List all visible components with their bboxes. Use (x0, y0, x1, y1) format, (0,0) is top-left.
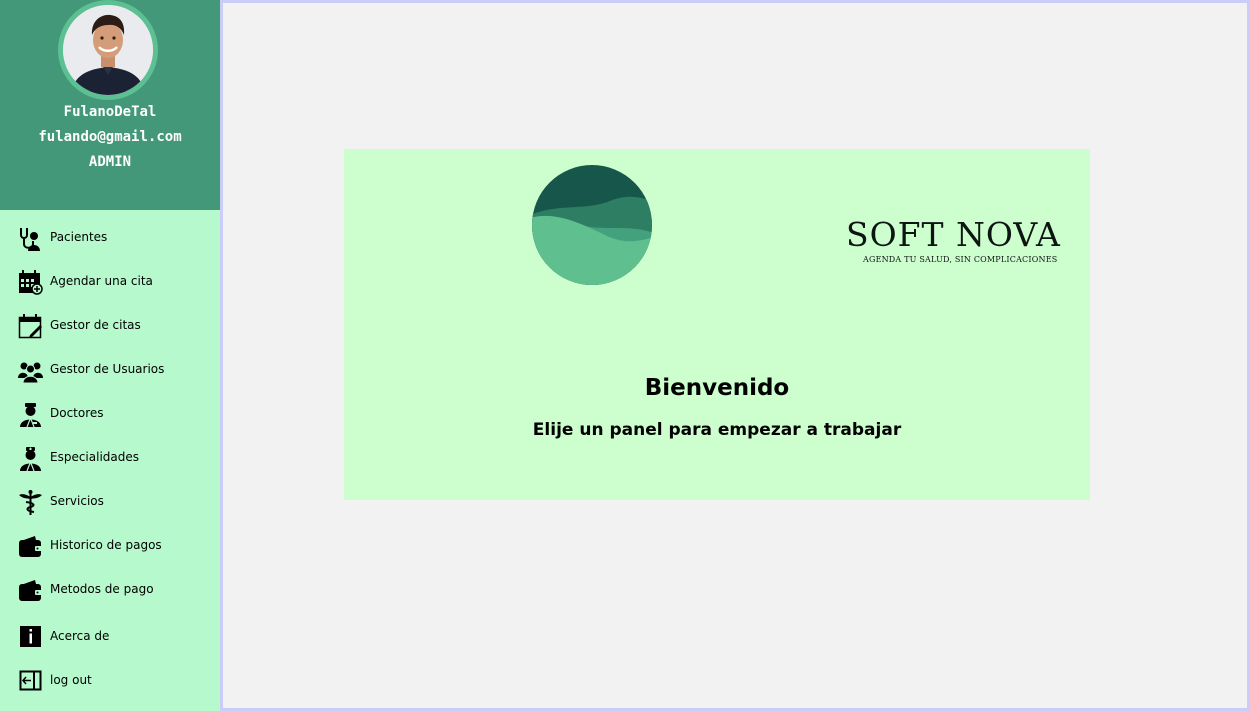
nav-label: Gestor de Usuarios (50, 362, 165, 376)
users-icon (18, 358, 43, 384)
welcome-title: Bienvenido (644, 375, 790, 401)
calendar-add-icon (18, 270, 43, 295)
nav-label: Doctores (50, 406, 104, 420)
nav-label: Pacientes (50, 230, 108, 244)
user-email: fulando@gmail.com (38, 129, 182, 145)
doctor-icon (18, 402, 43, 428)
nav-item-pacientes[interactable]: Pacientes (18, 223, 218, 253)
nav-item-logout[interactable]: log out (18, 666, 218, 696)
nav-label: log out (50, 673, 92, 687)
nav-item-especialidades[interactable]: Especialidades (18, 443, 218, 473)
caduceus-icon (18, 490, 43, 515)
nav-item-acerca-de[interactable]: Acerca de (18, 622, 218, 652)
nav-label: Servicios (50, 494, 104, 508)
user-role: ADMIN (88, 154, 132, 170)
nav-label: Metodos de pago (50, 582, 154, 596)
nav-label: Gestor de citas (50, 318, 141, 332)
welcome-subtitle: Elije un panel para empezar a trabajar (532, 420, 902, 440)
calendar-edit-icon (18, 314, 43, 339)
avatar (63, 5, 153, 95)
nav-item-servicios[interactable]: Servicios (18, 487, 218, 517)
avatar-ring (58, 0, 158, 100)
nav-item-gestor-citas[interactable]: Gestor de citas (18, 311, 218, 341)
brand-tagline: AGENDA TU SALUD, SIN COMPLICACIONES (863, 255, 1058, 264)
nav-label: Historico de pagos (50, 538, 162, 552)
wallet-icon (18, 578, 43, 603)
welcome-card: SOFT NOVA AGENDA TU SALUD, SIN COMPLICAC… (344, 149, 1090, 500)
profile-panel: FulanoDeTal fulando@gmail.com ADMIN (0, 0, 220, 210)
wallet-icon (18, 534, 43, 559)
stethoscope-icon (18, 226, 43, 251)
nav-item-historico-pagos[interactable]: Historico de pagos (18, 531, 218, 561)
nav-label: Acerca de (50, 629, 110, 643)
info-icon (18, 625, 43, 650)
nav-label: Agendar una cita (50, 274, 153, 288)
logout-icon (18, 669, 43, 694)
nav-item-agendar-cita[interactable]: Agendar una cita (18, 267, 218, 297)
softnova-logo: SOFT NOVA AGENDA TU SALUD, SIN COMPLICAC… (530, 163, 1060, 287)
nav-item-doctores[interactable]: Doctores (18, 399, 218, 429)
nav-item-gestor-usuarios[interactable]: Gestor de Usuarios (18, 355, 218, 385)
specialist-icon (18, 446, 43, 472)
sidebar: FulanoDeTal fulando@gmail.com ADMIN Paci… (0, 0, 220, 711)
brand-name: SOFT NOVA (846, 215, 1061, 254)
user-name: FulanoDeTal (63, 104, 157, 120)
nav-label: Especialidades (50, 450, 140, 464)
nav-item-metodos-pago[interactable]: Metodos de pago (18, 575, 218, 605)
